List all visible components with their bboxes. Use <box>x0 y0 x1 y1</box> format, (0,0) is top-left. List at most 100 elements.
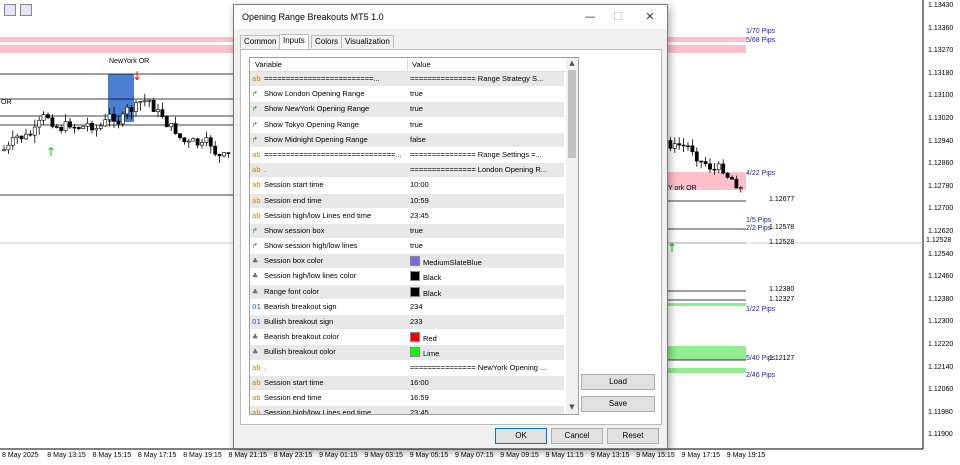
color-swatch[interactable] <box>410 271 420 282</box>
scroll-down-icon[interactable]: ▼ <box>568 403 576 413</box>
table-row[interactable]: ♣ Bearish breakout color Red <box>250 330 564 346</box>
value-cell[interactable]: =============== Range Strategy S... <box>410 74 560 83</box>
level-label: 1.12578 <box>769 224 795 231</box>
value-cell[interactable]: false <box>410 135 560 144</box>
candle-body <box>173 123 178 134</box>
range-box-green <box>662 368 746 373</box>
scroll-up-icon[interactable]: ▲ <box>568 59 576 69</box>
price-axis-label: 1.12940 <box>928 137 954 145</box>
value-cell[interactable]: true <box>410 241 560 250</box>
variable-cell: Show Tokyo Opening Range <box>264 119 359 129</box>
inputs-grid[interactable]: Variable Value ab =======================… <box>249 57 579 415</box>
chart-toolbar-icon-1[interactable] <box>4 4 16 16</box>
time-axis-label: 9 May 05:15 <box>409 452 449 459</box>
table-row[interactable]: ab Session start time 10:00 <box>250 178 564 194</box>
value-cell[interactable]: 234 <box>410 302 560 311</box>
table-row[interactable]: ab =========================... ==========… <box>250 72 564 88</box>
chart-toolbar-icon-2[interactable] <box>20 4 32 16</box>
color-swatch[interactable] <box>410 256 420 267</box>
table-row[interactable]: ♣ Session high/low lines color Black <box>250 269 564 285</box>
table-row[interactable]: ↱ Show session box true <box>250 223 564 240</box>
table-row[interactable]: ab. =============== NewYork Opening ... <box>250 360 564 376</box>
string-type-icon: ab <box>252 166 261 175</box>
variable-cell: Show session box <box>264 225 325 235</box>
time-axis-label: 8 May 21:15 <box>228 452 268 459</box>
table-row[interactable]: ↱ Show session high/low lines true <box>250 239 564 255</box>
save-button[interactable]: Save <box>581 396 655 412</box>
value-cell[interactable]: 23:45 <box>410 211 560 220</box>
grid-scrollbar[interactable]: ▲ ▼ <box>566 58 578 414</box>
table-row[interactable]: ab Session start time 16:00 <box>250 375 564 391</box>
table-row[interactable]: ↱ Show Midnight Opening Range false <box>250 132 564 148</box>
candle-body <box>738 187 743 189</box>
variable-cell: . <box>264 165 267 175</box>
load-button[interactable]: Load <box>581 374 655 390</box>
value-cell[interactable]: 16:00 <box>410 378 560 387</box>
column-header-variable[interactable]: Variable <box>255 60 282 69</box>
level-label: 1.12677 <box>769 196 795 203</box>
table-row[interactable]: ♣ Bullish breakout color Lime <box>250 345 564 361</box>
variable-cell: Session start time <box>264 377 324 387</box>
color-swatch[interactable] <box>410 286 420 297</box>
value-cell[interactable]: true <box>410 226 560 235</box>
value-cell[interactable]: 233 <box>410 317 560 326</box>
value-cell[interactable]: =============== London Opening R... <box>410 165 560 174</box>
table-row[interactable]: 01 Bearish breakout sign 234 <box>250 299 564 315</box>
candle-body <box>160 109 165 117</box>
string-type-icon: ab <box>252 378 261 387</box>
value-text: MediumSlateBlue <box>423 258 482 268</box>
value-cell[interactable]: Lime <box>410 347 560 358</box>
table-row[interactable]: ab Session high/low Lines end time 23:45 <box>250 208 564 224</box>
scrollbar-thumb[interactable] <box>568 70 576 158</box>
value-cell[interactable]: Red <box>410 332 560 343</box>
color-swatch[interactable] <box>410 332 420 343</box>
time-axis-label: 9 May 17:15 <box>681 452 721 459</box>
tab-common[interactable]: Common <box>240 35 281 48</box>
price-axis-label: 1.13020 <box>928 115 954 122</box>
value-cell[interactable]: 10:59 <box>410 196 560 205</box>
color-swatch[interactable] <box>410 347 420 358</box>
table-row[interactable]: ↱ Show London Opening Range true <box>250 87 564 103</box>
table-row[interactable]: ab Session end time 10:59 <box>250 193 564 209</box>
table-row[interactable]: ♣ Session box color MediumSlateBlue <box>250 254 564 270</box>
column-header-value[interactable]: Value <box>412 60 431 69</box>
value-cell[interactable]: 10:00 <box>410 180 560 189</box>
candle-body <box>28 133 33 136</box>
value-text: 10:59 <box>410 195 429 205</box>
value-cell[interactable]: true <box>410 104 560 113</box>
candle-body <box>708 163 712 170</box>
ok-button[interactable]: OK <box>495 428 547 444</box>
value-text: =============== Range Settings =... <box>410 149 542 159</box>
tab-visualization[interactable]: Visualization <box>341 35 394 48</box>
variable-cell: ==============================... <box>264 149 402 159</box>
value-cell[interactable]: Black <box>410 271 560 282</box>
table-row[interactable]: 01 Bullish breakout sign 233 <box>250 315 564 331</box>
value-cell[interactable]: true <box>410 120 560 129</box>
value-cell[interactable]: 23:45 <box>410 408 560 414</box>
tab-colors[interactable]: Colors <box>311 35 343 48</box>
minimize-button[interactable]: — <box>576 7 604 27</box>
value-cell[interactable]: MediumSlateBlue <box>410 256 560 267</box>
close-button[interactable]: ✕ <box>636 7 664 27</box>
time-axis-label: 8 May 13:15 <box>47 452 86 459</box>
value-cell[interactable]: Black <box>410 286 560 298</box>
tab-inputs[interactable]: Inputs <box>279 34 309 49</box>
value-cell[interactable]: 16:59 <box>410 393 560 402</box>
variable-cell: Show NewYork Opening Range <box>264 104 370 114</box>
value-cell[interactable]: true <box>410 89 560 98</box>
color-type-icon: ♣ <box>252 333 259 342</box>
table-row[interactable]: ab Session end time 16:59 <box>250 390 564 407</box>
maximize-button[interactable]: ☐ <box>604 7 632 27</box>
dialog-titlebar[interactable]: Opening Range Breakouts MT5 1.0 — ☐ ✕ <box>234 5 667 29</box>
table-row[interactable]: ↱ Show NewYork Opening Range true <box>250 102 564 118</box>
value-cell[interactable]: =============== Range Settings =... <box>410 150 560 159</box>
table-row[interactable]: ↱ Show Tokyo Opening Range true <box>250 117 564 133</box>
table-row[interactable]: ab. =============== London Opening R... <box>250 163 564 179</box>
reset-button[interactable]: Reset <box>607 428 659 444</box>
candle-body <box>204 137 209 143</box>
table-row[interactable]: ♣ Range font color Black <box>250 284 564 300</box>
table-row[interactable]: ab Session high/low Lines end time 23:45 <box>250 406 564 414</box>
value-cell[interactable]: =============== NewYork Opening ... <box>410 363 560 372</box>
table-row[interactable]: ab ==============================... =====… <box>250 147 564 164</box>
cancel-button[interactable]: Cancel <box>551 428 603 444</box>
